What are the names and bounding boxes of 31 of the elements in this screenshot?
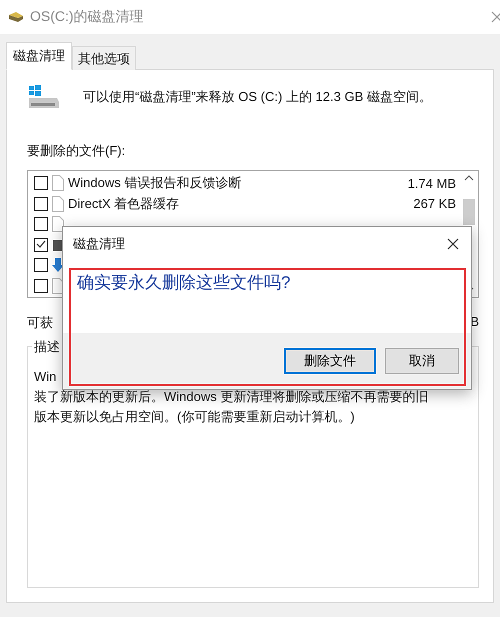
total-label: 可获 [27, 314, 53, 332]
files-label: 要删除的文件(F): [27, 142, 126, 160]
scroll-up-icon[interactable] [464, 175, 474, 181]
close-icon[interactable] [447, 238, 459, 250]
description-line: 版本更新以免占用空间。(你可能需要重新启动计算机。) [34, 408, 356, 426]
file-icon [52, 175, 64, 192]
dialog-title: 磁盘清理 [73, 235, 125, 253]
dialog-button[interactable]: 取消 [385, 348, 459, 374]
window-title: OS(C:)的磁盘清理 [30, 8, 145, 26]
checkbox[interactable] [34, 196, 48, 211]
description-line: 装了新版本的更新后。Windows 更新清理将删除或压缩不再需要的旧 [34, 388, 430, 406]
file-icon [52, 196, 64, 212]
group-label: 描述 [32, 338, 62, 356]
file-name: DirectX 着色器缓存 [68, 194, 180, 213]
dialog-button[interactable]: 删除文件 [284, 348, 376, 374]
checkbox[interactable] [34, 238, 48, 252]
tab[interactable]: 磁盘清理 [6, 42, 72, 70]
file-size: 267 KB [413, 196, 456, 212]
file-name: Windows 错误报告和反馈诊断 [68, 174, 242, 192]
checkbox[interactable] [34, 258, 48, 272]
description-line: Win [34, 368, 58, 386]
checkbox[interactable] [34, 217, 48, 232]
summary-text: 可以使用“磁盘清理”来释放 OS (C:) 上的 12.3 GB 磁盘空间。 [83, 88, 432, 106]
download-arrow-icon [52, 257, 64, 274]
tab[interactable]: 其他选项 [72, 46, 136, 70]
scroll-thumb[interactable] [463, 199, 475, 225]
drive-icon [27, 84, 61, 110]
file-size: 1.74 MB [408, 176, 456, 191]
checkbox[interactable] [34, 278, 48, 293]
checkbox[interactable] [34, 176, 48, 190]
dialog-message: 确实要永久删除这些文件吗? [77, 273, 290, 292]
